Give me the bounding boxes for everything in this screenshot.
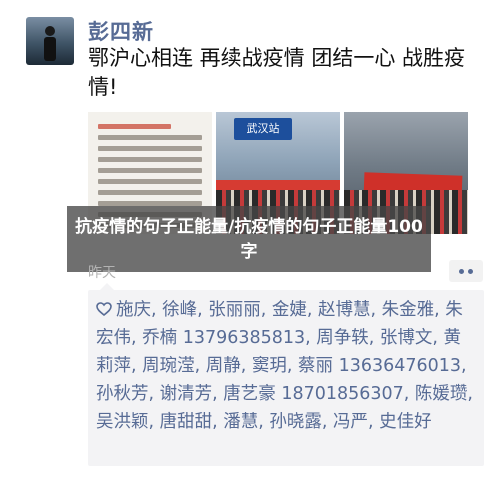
post-time: 昨天 (88, 265, 116, 281)
post-author-name[interactable]: 彭四新 (88, 16, 154, 46)
likes-pointer (100, 283, 114, 290)
title-overlay: 抗疫情的句子正能量/抗疫情的句子正能量100字 (67, 206, 431, 272)
person-silhouette-icon (44, 26, 56, 61)
more-icon (468, 269, 473, 274)
overlay-title: 抗疫情的句子正能量/抗疫情的句子正能量100字 (75, 217, 423, 262)
station-sign: 武汉站 (234, 118, 292, 140)
more-icon (459, 269, 464, 274)
likes-list[interactable]: 施庆, 徐峰, 张丽丽, 金婕, 赵博慧, 朱金雅, 朱宏伟, 乔楠 13796… (96, 296, 476, 436)
post-text: 鄂沪心相连 再续战疫情 团结一心 战胜疫情! (88, 46, 466, 99)
avatar[interactable] (26, 17, 74, 65)
heart-icon (96, 302, 112, 316)
likes-panel: 施庆, 徐峰, 张丽丽, 金婕, 赵博慧, 朱金雅, 朱宏伟, 乔楠 13796… (88, 290, 484, 466)
likes-names: 施庆, 徐峰, 张丽丽, 金婕, 赵博慧, 朱金雅, 朱宏伟, 乔楠 13796… (96, 300, 473, 432)
more-button[interactable] (449, 260, 483, 282)
